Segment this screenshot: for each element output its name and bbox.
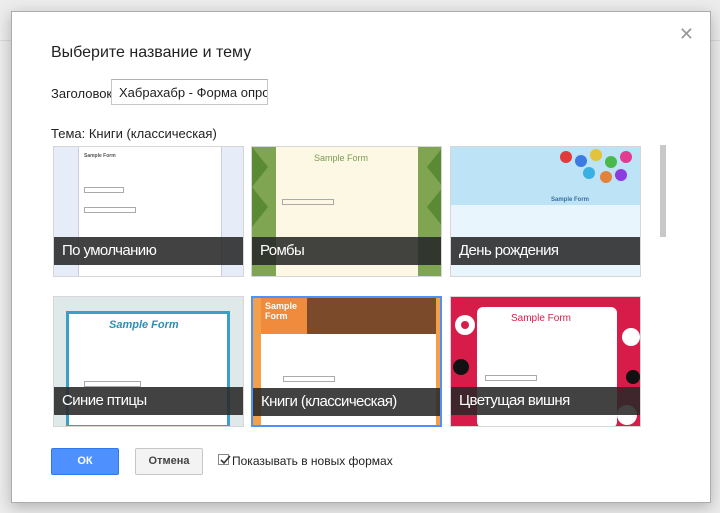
- theme-caption: День рождения: [451, 237, 640, 265]
- theme-tile-cherry-blossom[interactable]: Sample Form Цветущая вишня: [450, 296, 641, 427]
- theme-caption: Книги (классическая): [253, 388, 440, 416]
- theme-preview-title: Sample Form: [511, 313, 572, 324]
- header-label: Заголовок: [51, 86, 113, 101]
- theme-tile-default[interactable]: Sample Form По умолчанию: [53, 146, 244, 277]
- theme-tile-diamonds[interactable]: Sample Form Ромбы: [251, 146, 442, 277]
- theme-caption: Синие птицы: [54, 387, 243, 415]
- cancel-button[interactable]: Отмена: [135, 448, 203, 475]
- close-icon[interactable]: ✕: [679, 24, 694, 45]
- theme-tile-books[interactable]: Sample Form Книги (классическая): [251, 296, 442, 427]
- theme-preview-title: Sample Form: [314, 153, 369, 163]
- ok-button[interactable]: ОК: [51, 448, 119, 475]
- theme-tile-blue-birds[interactable]: Sample Form Синие птицы: [53, 296, 244, 427]
- theme-preview-title: Sample Form: [109, 319, 179, 331]
- theme-preview-title: Sample Form: [551, 197, 590, 203]
- theme-dialog: ✕ Выберите название и тему Заголовок Тем…: [11, 11, 711, 503]
- checkmark-icon: [220, 455, 231, 465]
- theme-caption: Цветущая вишня: [451, 387, 640, 415]
- dialog-title: Выберите название и тему: [51, 44, 252, 61]
- theme-label: Тема: Книги (классическая): [51, 126, 217, 141]
- theme-preview-title: Sample Form: [265, 301, 298, 321]
- theme-preview-title: Sample Form: [84, 153, 116, 159]
- theme-grid: Sample Form По умолчанию Sample Form Ром…: [53, 146, 657, 433]
- show-in-new-label: Показывать в новых формах: [232, 454, 393, 468]
- header-input[interactable]: [111, 79, 268, 105]
- show-in-new-checkbox[interactable]: [218, 454, 231, 465]
- theme-caption: По умолчанию: [54, 237, 243, 265]
- theme-tile-birthday[interactable]: Sample Form День рождения: [450, 146, 641, 277]
- theme-caption: Ромбы: [252, 237, 441, 265]
- theme-scrollbar[interactable]: [660, 145, 666, 237]
